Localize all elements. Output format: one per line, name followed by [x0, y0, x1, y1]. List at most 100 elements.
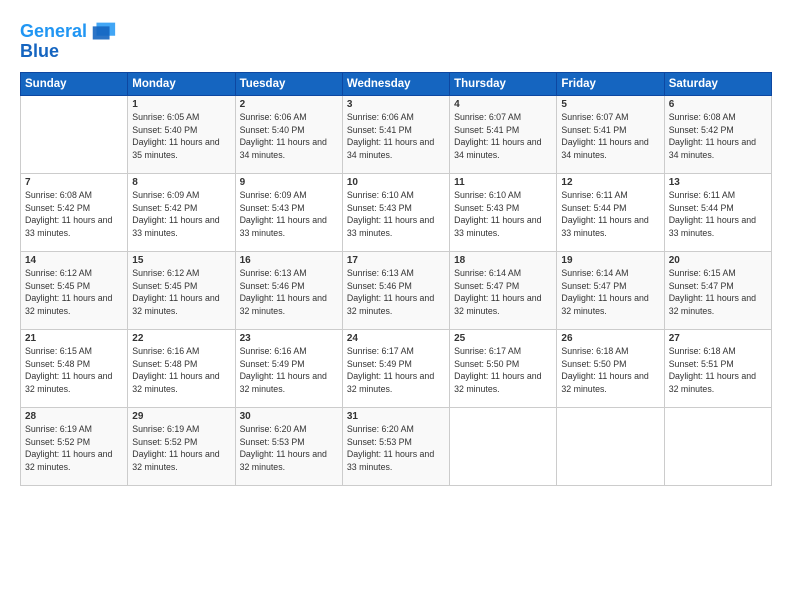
cell-info: Sunrise: 6:14 AM Sunset: 5:47 PM Dayligh… — [561, 267, 659, 318]
cell-info: Sunrise: 6:08 AM Sunset: 5:42 PM Dayligh… — [25, 189, 123, 240]
header-row: SundayMondayTuesdayWednesdayThursdayFrid… — [21, 72, 772, 95]
cell-info: Sunrise: 6:15 AM Sunset: 5:47 PM Dayligh… — [669, 267, 767, 318]
cell-info: Sunrise: 6:12 AM Sunset: 5:45 PM Dayligh… — [132, 267, 230, 318]
cell-5-7 — [664, 407, 771, 485]
col-header-thursday: Thursday — [450, 72, 557, 95]
week-row-4: 21Sunrise: 6:15 AM Sunset: 5:48 PM Dayli… — [21, 329, 772, 407]
day-number: 14 — [25, 255, 123, 266]
cell-info: Sunrise: 6:15 AM Sunset: 5:48 PM Dayligh… — [25, 345, 123, 396]
day-number: 10 — [347, 177, 445, 188]
cell-4-3: 23Sunrise: 6:16 AM Sunset: 5:49 PM Dayli… — [235, 329, 342, 407]
cell-info: Sunrise: 6:07 AM Sunset: 5:41 PM Dayligh… — [561, 111, 659, 162]
cell-info: Sunrise: 6:10 AM Sunset: 5:43 PM Dayligh… — [347, 189, 445, 240]
cell-3-1: 14Sunrise: 6:12 AM Sunset: 5:45 PM Dayli… — [21, 251, 128, 329]
col-header-monday: Monday — [128, 72, 235, 95]
col-header-friday: Friday — [557, 72, 664, 95]
cell-3-3: 16Sunrise: 6:13 AM Sunset: 5:46 PM Dayli… — [235, 251, 342, 329]
week-row-3: 14 Sunrise: 6:12 AM Sunset: 5:45 PM Dayli… — [21, 251, 772, 329]
col-header-wednesday: Wednesday — [342, 72, 449, 95]
cell-info: Sunrise: 6:20 AM Sunset: 5:53 PM Dayligh… — [347, 423, 445, 474]
logo-blue: Blue — [20, 42, 59, 62]
cell-1-4: 3Sunrise: 6:06 AM Sunset: 5:41 PM Daylig… — [342, 95, 449, 173]
cell-info: Sunrise: 6:17 AM Sunset: 5:50 PM Dayligh… — [454, 345, 552, 396]
cell-info: Sunrise: 6:11 AM Sunset: 5:44 PM Dayligh… — [561, 189, 659, 240]
cell-5-3: 30Sunrise: 6:20 AM Sunset: 5:53 PM Dayli… — [235, 407, 342, 485]
cell-4-2: 22Sunrise: 6:16 AM Sunset: 5:48 PM Dayli… — [128, 329, 235, 407]
page: General Blue SundayMondayTuesdayWednesda… — [0, 0, 792, 612]
cell-1-3: 2Sunrise: 6:06 AM Sunset: 5:40 PM Daylig… — [235, 95, 342, 173]
cell-4-7: 27Sunrise: 6:18 AM Sunset: 5:51 PM Dayli… — [664, 329, 771, 407]
week-row-2: 7Sunrise: 6:08 AM Sunset: 5:42 PM Daylig… — [21, 173, 772, 251]
cell-info: Sunrise: 6:09 AM Sunset: 5:42 PM Dayligh… — [132, 189, 230, 240]
cell-5-2: 29Sunrise: 6:19 AM Sunset: 5:52 PM Dayli… — [128, 407, 235, 485]
day-number: 28 — [25, 411, 123, 422]
cell-info: Sunrise: 6:20 AM Sunset: 5:53 PM Dayligh… — [240, 423, 338, 474]
cell-1-2: 1Sunrise: 6:05 AM Sunset: 5:40 PM Daylig… — [128, 95, 235, 173]
cell-info: Sunrise: 6:13 AM Sunset: 5:46 PM Dayligh… — [240, 267, 338, 318]
cell-2-3: 9Sunrise: 6:09 AM Sunset: 5:43 PM Daylig… — [235, 173, 342, 251]
day-number: 17 — [347, 255, 445, 266]
cell-1-6: 5Sunrise: 6:07 AM Sunset: 5:41 PM Daylig… — [557, 95, 664, 173]
day-number: 4 — [454, 99, 552, 110]
cell-info: Sunrise: 6:07 AM Sunset: 5:41 PM Dayligh… — [454, 111, 552, 162]
day-number: 13 — [669, 177, 767, 188]
cell-info: Sunrise: 6:17 AM Sunset: 5:49 PM Dayligh… — [347, 345, 445, 396]
cell-3-4: 17Sunrise: 6:13 AM Sunset: 5:46 PM Dayli… — [342, 251, 449, 329]
cell-2-6: 12Sunrise: 6:11 AM Sunset: 5:44 PM Dayli… — [557, 173, 664, 251]
day-number: 6 — [669, 99, 767, 110]
cell-2-1: 7Sunrise: 6:08 AM Sunset: 5:42 PM Daylig… — [21, 173, 128, 251]
cell-1-7: 6Sunrise: 6:08 AM Sunset: 5:42 PM Daylig… — [664, 95, 771, 173]
col-header-saturday: Saturday — [664, 72, 771, 95]
cell-3-2: 15Sunrise: 6:12 AM Sunset: 5:45 PM Dayli… — [128, 251, 235, 329]
cell-info: Sunrise: 6:06 AM Sunset: 5:40 PM Dayligh… — [240, 111, 338, 162]
cell-info: Sunrise: 6:16 AM Sunset: 5:49 PM Dayligh… — [240, 345, 338, 396]
cell-info: Sunrise: 6:13 AM Sunset: 5:46 PM Dayligh… — [347, 267, 445, 318]
day-number: 31 — [347, 411, 445, 422]
day-number: 5 — [561, 99, 659, 110]
cell-info: Sunrise: 6:18 AM Sunset: 5:51 PM Dayligh… — [669, 345, 767, 396]
cell-1-5: 4Sunrise: 6:07 AM Sunset: 5:41 PM Daylig… — [450, 95, 557, 173]
day-number: 3 — [347, 99, 445, 110]
day-number: 18 — [454, 255, 552, 266]
day-number: 29 — [132, 411, 230, 422]
day-number: 30 — [240, 411, 338, 422]
day-number: 22 — [132, 333, 230, 344]
cell-info: Sunrise: 6:06 AM Sunset: 5:41 PM Dayligh… — [347, 111, 445, 162]
day-number: 24 — [347, 333, 445, 344]
day-number: 8 — [132, 177, 230, 188]
cell-2-7: 13Sunrise: 6:11 AM Sunset: 5:44 PM Dayli… — [664, 173, 771, 251]
day-number: 9 — [240, 177, 338, 188]
cell-3-6: 19Sunrise: 6:14 AM Sunset: 5:47 PM Dayli… — [557, 251, 664, 329]
cell-info: Sunrise: 6:16 AM Sunset: 5:48 PM Dayligh… — [132, 345, 230, 396]
col-header-sunday: Sunday — [21, 72, 128, 95]
cell-4-1: 21Sunrise: 6:15 AM Sunset: 5:48 PM Dayli… — [21, 329, 128, 407]
cell-3-5: 18Sunrise: 6:14 AM Sunset: 5:47 PM Dayli… — [450, 251, 557, 329]
calendar-table: SundayMondayTuesdayWednesdayThursdayFrid… — [20, 72, 772, 486]
cell-2-4: 10Sunrise: 6:10 AM Sunset: 5:43 PM Dayli… — [342, 173, 449, 251]
day-number: 2 — [240, 99, 338, 110]
logo-text: General — [20, 22, 87, 42]
cell-2-5: 11Sunrise: 6:10 AM Sunset: 5:43 PM Dayli… — [450, 173, 557, 251]
day-number: 20 — [669, 255, 767, 266]
day-number: 19 — [561, 255, 659, 266]
cell-info: Sunrise: 6:11 AM Sunset: 5:44 PM Dayligh… — [669, 189, 767, 240]
cell-2-2: 8Sunrise: 6:09 AM Sunset: 5:42 PM Daylig… — [128, 173, 235, 251]
day-number: 26 — [561, 333, 659, 344]
day-number: 1 — [132, 99, 230, 110]
cell-5-6 — [557, 407, 664, 485]
cell-4-6: 26Sunrise: 6:18 AM Sunset: 5:50 PM Dayli… — [557, 329, 664, 407]
cell-info: Sunrise: 6:09 AM Sunset: 5:43 PM Dayligh… — [240, 189, 338, 240]
cell-4-5: 25Sunrise: 6:17 AM Sunset: 5:50 PM Dayli… — [450, 329, 557, 407]
day-number: 21 — [25, 333, 123, 344]
header: General Blue — [20, 18, 772, 62]
logo-icon — [89, 18, 117, 46]
day-number: 15 — [132, 255, 230, 266]
cell-3-7: 20Sunrise: 6:15 AM Sunset: 5:47 PM Dayli… — [664, 251, 771, 329]
cell-info: Sunrise: 6:18 AM Sunset: 5:50 PM Dayligh… — [561, 345, 659, 396]
cell-info: Sunrise: 6:08 AM Sunset: 5:42 PM Dayligh… — [669, 111, 767, 162]
cell-info: Sunrise: 6:05 AM Sunset: 5:40 PM Dayligh… — [132, 111, 230, 162]
logo: General Blue — [20, 18, 117, 62]
cell-info: Sunrise: 6:19 AM Sunset: 5:52 PM Dayligh… — [132, 423, 230, 474]
col-header-tuesday: Tuesday — [235, 72, 342, 95]
logo-general: General — [20, 21, 87, 41]
